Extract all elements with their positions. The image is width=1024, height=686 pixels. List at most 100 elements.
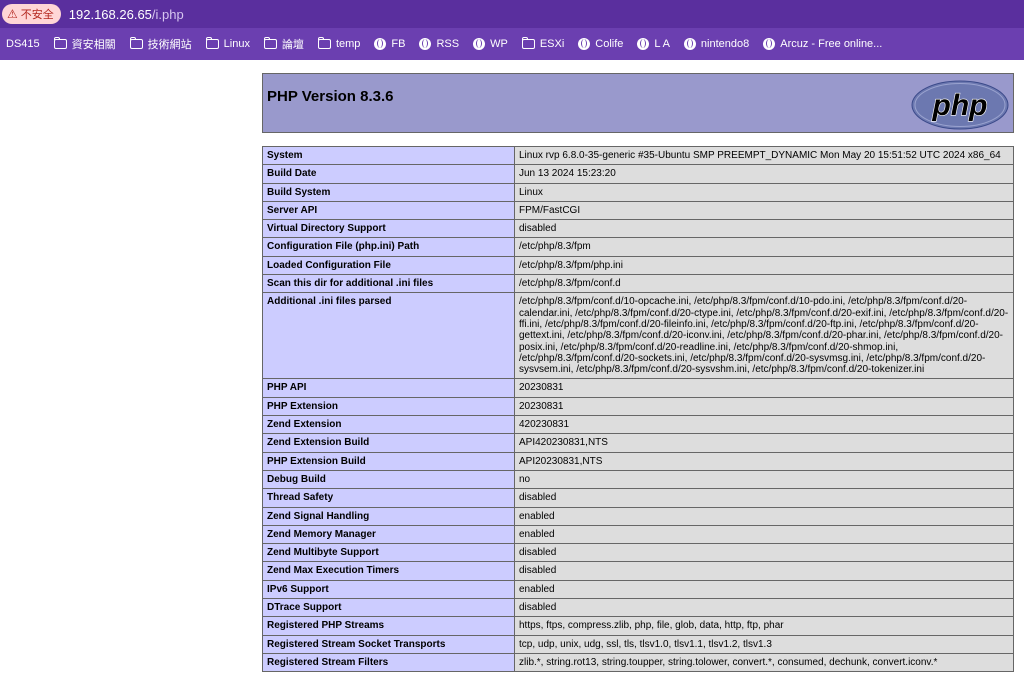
- info-table: System Linux rvp 6.8.0-35-generic #35-Ubu…: [262, 145, 1014, 673]
- row-value: FPM/FastCGI: [514, 200, 1014, 221]
- row-key: Build System: [262, 182, 515, 202]
- table-row: Registered Stream Filters zlib.*, string.…: [262, 652, 1014, 673]
- row-key: Scan this dir for additional .ini files: [262, 274, 515, 294]
- table-row: Zend Memory Manager enabled: [262, 524, 1014, 545]
- globe-icon: [763, 38, 776, 50]
- table-row: Registered Stream Socket Transports tcp, …: [262, 634, 1014, 654]
- bookmark-item[interactable]: nintendo8: [677, 32, 756, 56]
- table-row: Thread Safety disabled: [262, 488, 1014, 508]
- row-value: enabled: [514, 524, 1014, 545]
- table-row: Registered PHP Streams https, ftps, compr…: [262, 616, 1014, 636]
- row-value: enabled: [514, 579, 1014, 600]
- table-row: System Linux rvp 6.8.0-35-generic #35-Ubu…: [262, 145, 1014, 166]
- row-value: Jun 13 2024 15:23:20: [514, 164, 1014, 184]
- row-value: /etc/php/8.3/fpm/php.ini: [514, 255, 1014, 276]
- bookmark-label: Linux: [223, 38, 250, 50]
- row-key: PHP Extension: [262, 396, 515, 417]
- row-value: disabled: [514, 219, 1014, 239]
- security-indicator[interactable]: ⚠ 不安全: [2, 4, 61, 24]
- phpinfo-header: PHP Version 8.3.6 php: [262, 73, 1014, 133]
- table-row: IPv6 Support enabled: [262, 579, 1014, 600]
- row-key: Loaded Configuration File: [262, 255, 515, 276]
- row-value: /etc/php/8.3/fpm/conf.d: [514, 274, 1014, 294]
- row-key: Zend Max Execution Timers: [262, 561, 515, 581]
- bookmark-item[interactable]: Linux: [199, 32, 257, 56]
- row-value: zlib.*, string.rot13, string.toupper, st…: [514, 652, 1014, 673]
- bookmark-label: 論壇: [281, 39, 304, 51]
- bookmark-item[interactable]: 技術網站: [123, 32, 199, 56]
- row-key: Configuration File (php.ini) Path: [262, 237, 515, 257]
- row-value: disabled: [514, 488, 1014, 508]
- url-path: /i.php: [151, 6, 184, 22]
- row-value: Linux rvp 6.8.0-35-generic #35-Ubuntu SM…: [514, 145, 1014, 166]
- row-key: System: [262, 145, 515, 166]
- row-key: Zend Signal Handling: [262, 506, 515, 526]
- bookmark-label: RSS: [436, 38, 460, 50]
- bookmark-label: FB: [391, 38, 406, 50]
- bookmark-item[interactable]: L A: [630, 32, 677, 56]
- folder-icon: [129, 37, 143, 49]
- row-value: https, ftps, compress.zlib, php, file, g…: [514, 616, 1014, 636]
- phpinfo-page: PHP Version 8.3.6 php System Linux rvp 6.…: [262, 73, 1014, 673]
- table-row: PHP API 20230831: [262, 378, 1014, 398]
- row-key: Registered Stream Filters: [262, 652, 515, 673]
- row-value: API20230831,NTS: [514, 451, 1014, 471]
- table-row: Loaded Configuration File/etc/php/8.3/fp…: [262, 255, 1014, 276]
- row-key: Additional .ini files parsed: [262, 292, 515, 380]
- bookmark-label: WP: [490, 38, 508, 50]
- bookmark-item[interactable]: WP: [466, 32, 515, 56]
- url-text[interactable]: 192.168.26.65/i.php: [69, 7, 184, 22]
- row-key: Registered Stream Socket Transports: [262, 634, 515, 654]
- globe-icon: [637, 38, 650, 50]
- table-row: Zend Extension Build API420230831,NTS: [262, 433, 1014, 453]
- row-value: disabled: [514, 561, 1014, 581]
- row-key: PHP Extension Build: [262, 451, 515, 471]
- bookmark-label: Arcuz - Free online...: [780, 38, 883, 50]
- row-value: 20230831: [514, 396, 1014, 417]
- row-key: Server API: [262, 200, 515, 221]
- globe-icon: [578, 38, 591, 50]
- row-key: Virtual Directory Support: [262, 219, 515, 239]
- bookmark-item[interactable]: 資安相關: [47, 32, 123, 56]
- php-logo-text: php: [932, 89, 988, 122]
- bookmark-item[interactable]: 論壇: [257, 32, 311, 56]
- row-value: enabled: [514, 506, 1014, 526]
- insecure-label: 不安全: [20, 9, 54, 21]
- table-row: PHP Extension 20230831: [262, 396, 1014, 417]
- row-key: DTrace Support: [262, 598, 515, 618]
- row-value: 420230831: [514, 415, 1014, 435]
- php-logo-icon[interactable]: php: [911, 80, 1009, 130]
- bookmarks-bar: DS415 資安相關 技術網站 Linux 論壇 temp FB RSS WP ESXi Colif…: [0, 28, 1024, 60]
- bookmark-item[interactable]: Colife: [571, 32, 630, 56]
- url-host: 192.168.26.65: [68, 6, 152, 22]
- table-row: Build System Linux: [262, 182, 1014, 202]
- bookmark-item[interactable]: DS415: [0, 32, 47, 56]
- bookmark-label: ESXi: [539, 38, 565, 50]
- bookmark-item[interactable]: ESXi: [515, 32, 571, 56]
- bookmark-label: temp: [335, 38, 361, 50]
- table-row: Server API FPM/FastCGI: [262, 200, 1014, 221]
- row-key: Zend Memory Manager: [262, 524, 515, 545]
- row-value: Linux: [514, 182, 1014, 202]
- address-bar[interactable]: ⚠ 不安全 192.168.26.65/i.php: [0, 0, 1024, 28]
- table-row: Scan this dir for additional .ini files /…: [262, 274, 1014, 294]
- bookmark-item[interactable]: RSS: [412, 32, 466, 56]
- globe-icon: [473, 38, 486, 50]
- bookmark-item[interactable]: FB: [367, 32, 412, 56]
- row-key: Thread Safety: [262, 488, 515, 508]
- bookmark-item[interactable]: temp: [311, 32, 367, 56]
- folder-icon: [53, 37, 67, 49]
- globe-icon: [419, 38, 432, 50]
- row-value: /etc/php/8.3/fpm: [514, 237, 1014, 257]
- bookmark-item[interactable]: Arcuz - Free online...: [756, 32, 889, 56]
- folder-icon: [521, 37, 535, 49]
- bookmark-label: DS415: [6, 38, 40, 50]
- row-key: Zend Extension Build: [262, 433, 515, 453]
- row-key: PHP API: [262, 378, 515, 398]
- bookmark-label: 技術網站: [147, 39, 192, 51]
- warning-icon: ⚠: [7, 7, 18, 21]
- row-value: disabled: [514, 543, 1014, 563]
- row-key: Zend Multibyte Support: [262, 543, 515, 563]
- row-value: 20230831: [514, 378, 1014, 398]
- table-row: Zend Signal Handling enabled: [262, 506, 1014, 526]
